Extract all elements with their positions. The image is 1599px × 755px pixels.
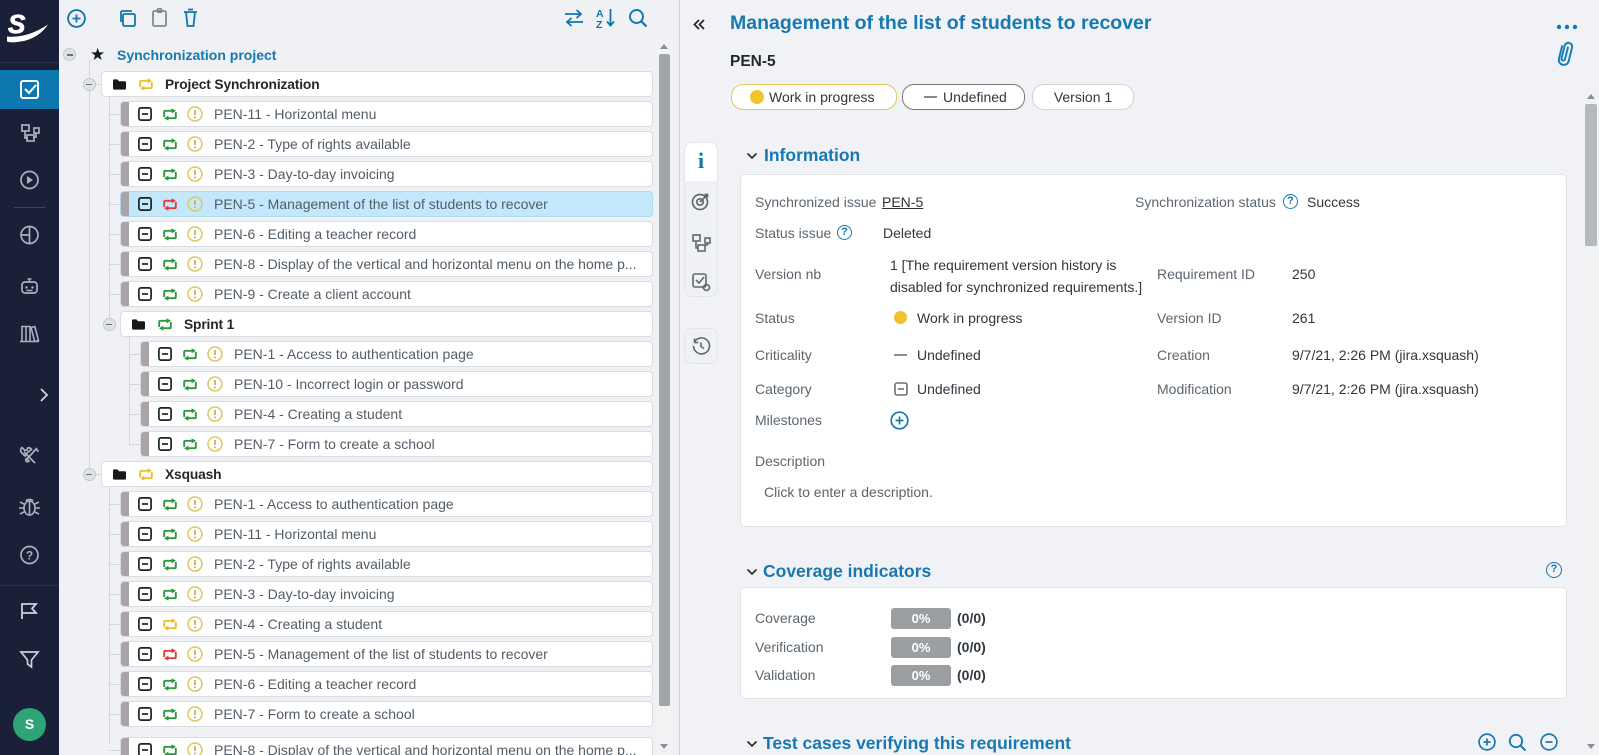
svg-text:?: ? — [26, 549, 33, 563]
svg-text:S: S — [8, 9, 26, 39]
svg-text:Z: Z — [596, 19, 603, 29]
